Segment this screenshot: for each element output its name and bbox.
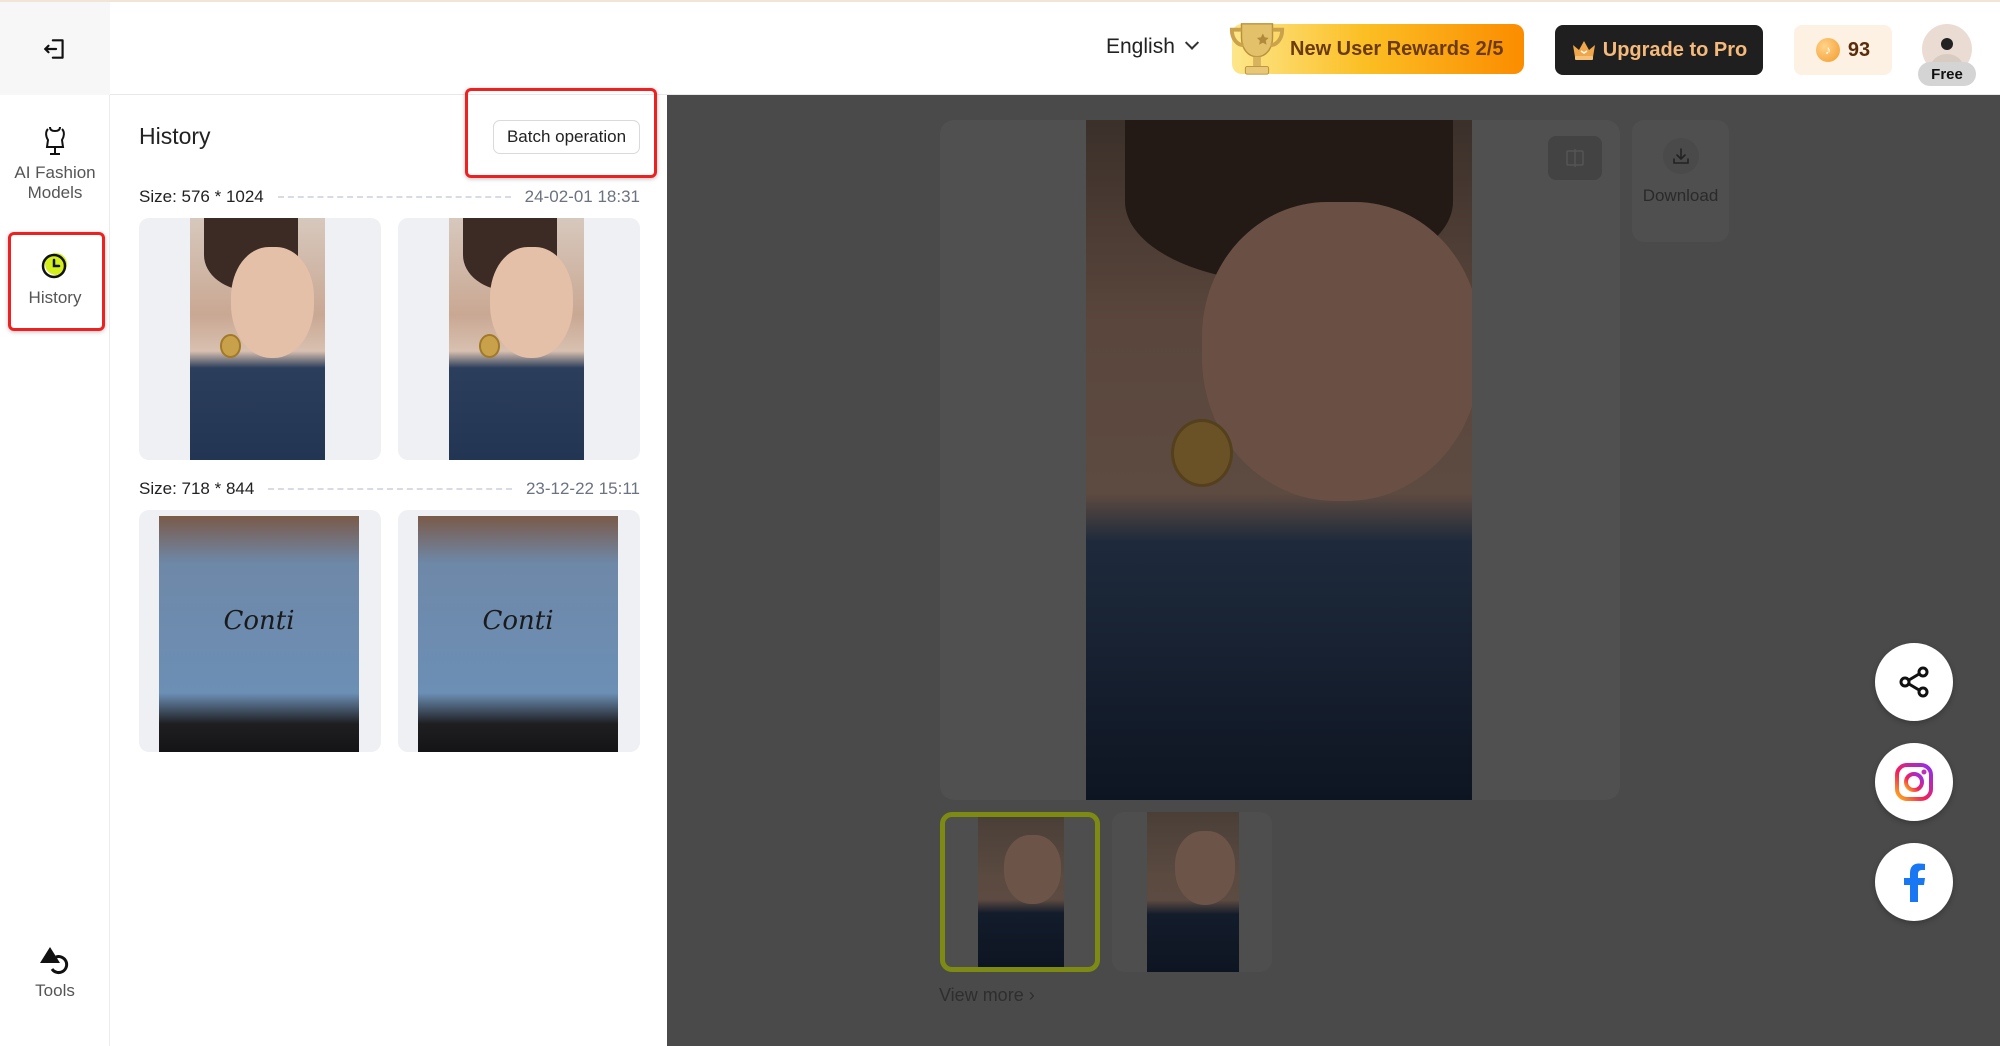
- download-icon: [1672, 148, 1689, 164]
- upgrade-label: Upgrade to Pro: [1602, 38, 1748, 61]
- image-size: Size: 576 * 1024: [139, 187, 264, 206]
- batch-operation-button[interactable]: Batch operation: [493, 120, 640, 154]
- view-more-link[interactable]: View more ›: [939, 985, 1035, 1006]
- image-size: Size: 718 * 844: [139, 479, 255, 498]
- sidebar-label: History: [28, 288, 82, 307]
- history-panel: History Batch operation Size: 576 * 1024…: [111, 95, 667, 1046]
- crown-icon: [1572, 41, 1595, 60]
- exit-button[interactable]: [0, 2, 110, 95]
- portrait-image: [190, 218, 325, 460]
- coin-icon: ♪: [1815, 38, 1840, 62]
- language-label: English: [1106, 35, 1175, 58]
- rewards-label: New User Rewards 2/5: [1290, 37, 1504, 60]
- history-thumbnail[interactable]: Conti: [398, 510, 640, 752]
- history-group-header: Size: 576 * 1024 24-02-01 18:31: [139, 187, 640, 207]
- hoodie-print-text: Conti: [223, 605, 295, 636]
- coin-count: 93: [1847, 38, 1871, 61]
- trophy-icon: [1229, 23, 1285, 75]
- exit-icon: [44, 38, 64, 59]
- timestamp: 24-02-01 18:31: [524, 187, 640, 206]
- timestamp: 23-12-22 15:11: [525, 479, 640, 498]
- upgrade-to-pro-button[interactable]: Upgrade to Pro: [1555, 25, 1763, 75]
- facebook-icon: [1904, 863, 1925, 902]
- hoodie-print-text: Conti: [482, 605, 554, 636]
- hoodie-image: Conti: [159, 516, 359, 752]
- chevron-down-icon: [1184, 35, 1199, 50]
- result-thumbnail[interactable]: [1112, 812, 1272, 972]
- dress-form-icon: [45, 126, 65, 155]
- language-select[interactable]: English: [1106, 35, 1199, 59]
- divider: [277, 196, 511, 198]
- preview-card: [940, 120, 1620, 800]
- sidebar-item-ai-fashion-models[interactable]: AI Fashion Models: [0, 125, 110, 203]
- compare-icon: [1566, 149, 1584, 167]
- instagram-share-button[interactable]: [1875, 743, 1953, 821]
- history-title: History: [139, 123, 211, 149]
- sidebar-label: AI Fashion Models: [14, 163, 96, 202]
- history-group-header: Size: 718 * 844 23-12-22 15:11: [139, 479, 640, 499]
- share-icon: [1899, 666, 1929, 698]
- instagram-icon: [1895, 763, 1933, 801]
- facebook-share-button[interactable]: [1875, 843, 1953, 921]
- sidebar-label: Tools: [35, 981, 75, 1000]
- compare-button[interactable]: [1548, 136, 1602, 180]
- shapes-tools-icon: [40, 947, 69, 974]
- result-thumbnail-selected[interactable]: [940, 812, 1100, 972]
- preview-area-overlay[interactable]: Download View more ›: [667, 95, 2000, 1046]
- plan-badge: Free: [1918, 62, 1976, 86]
- divider: [268, 488, 512, 490]
- sidebar: AI Fashion Models History Tools: [0, 95, 110, 1046]
- history-thumbnail[interactable]: Conti: [139, 510, 381, 752]
- sidebar-item-history[interactable]: History: [0, 250, 110, 308]
- history-thumbnail[interactable]: [139, 218, 381, 460]
- coin-balance[interactable]: ♪ 93: [1794, 25, 1892, 75]
- history-thumbnail[interactable]: [398, 218, 640, 460]
- share-button[interactable]: [1875, 643, 1953, 721]
- portrait-image: [449, 218, 584, 460]
- download-label: Download: [1642, 186, 1719, 205]
- sidebar-item-tools[interactable]: Tools: [0, 945, 110, 1001]
- download-button[interactable]: Download: [1632, 120, 1729, 242]
- new-user-rewards-button[interactable]: New User Rewards 2/5: [1229, 23, 1524, 75]
- app-header: English New User Rewards 2/5 Upgrade to …: [0, 2, 2000, 95]
- user-avatar[interactable]: Free: [1918, 24, 1976, 88]
- clock-icon: [41, 253, 67, 279]
- hoodie-image: Conti: [418, 516, 618, 752]
- preview-image: [1086, 120, 1472, 800]
